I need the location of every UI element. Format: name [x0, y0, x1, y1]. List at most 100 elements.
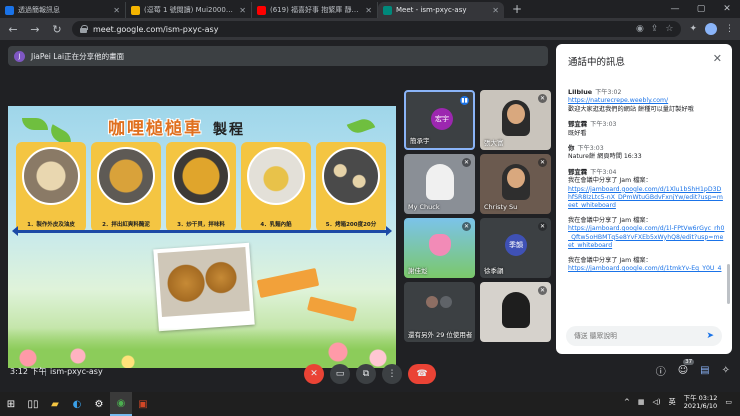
network-icon[interactable]: ▦	[638, 398, 645, 406]
participant-tile[interactable]: ✕ 謝佳彣	[404, 218, 475, 278]
meeting-time: 3:12 下午	[10, 366, 47, 376]
send-icon[interactable]: ➤	[706, 331, 714, 341]
leave-call-button[interactable]: ☎	[408, 364, 436, 384]
present-screen-button[interactable]: ⧉	[356, 364, 376, 384]
step-photo	[247, 147, 305, 205]
chat-icon[interactable]: ▤	[700, 365, 709, 376]
youtube-favicon-icon	[257, 5, 266, 15]
tray-expand-icon[interactable]: ^	[624, 398, 630, 406]
participant-avatar: 季韻	[505, 234, 527, 256]
address-bar[interactable]: meet.google.com/ism-pxyc-asy ◉ ⇪ ☆	[72, 21, 682, 37]
chat-text: 我在會議中分享了 Jam 檔案：	[568, 177, 652, 185]
tab-close-icon[interactable]: ✕	[492, 6, 499, 15]
meet-favicon-icon	[383, 5, 392, 15]
chat-link[interactable]: https://naturecrepe.weebly.com/	[568, 97, 726, 105]
participant-tile[interactable]: ✕	[480, 282, 551, 342]
tab-title: Meet - ism-pxyc-asy	[396, 6, 467, 14]
chat-time: 下午3:03	[577, 145, 604, 153]
chat-close-icon[interactable]: ✕	[713, 52, 722, 65]
mic-off-icon: ✕	[538, 222, 547, 231]
slide-title: 咖哩槌槌車 製程	[108, 114, 245, 139]
participant-thumb	[440, 296, 452, 308]
reload-icon[interactable]: ↻	[50, 23, 64, 36]
chat-link[interactable]: https://jamboard.google.com/d/1tmkYv-Eq_…	[568, 265, 726, 273]
profile-avatar[interactable]	[705, 23, 717, 35]
menu-icon[interactable]: ⋮	[725, 24, 734, 34]
activities-icon[interactable]: ✧	[722, 365, 730, 376]
more-options-button[interactable]: ⋮	[382, 364, 402, 384]
browser-tab-1[interactable]: 透過簡報訊息 ✕	[0, 2, 126, 18]
participant-tile[interactable]: 宏宇 ▮▮ 簡承宇	[404, 90, 475, 150]
chat-text: 歡迎大家逛逛我們的網站 餅種可以量訂製好哦	[568, 105, 694, 113]
browser-tab-2[interactable]: (逗莓 1 號閱讀) Mui2000哲平遠 ✕	[126, 2, 252, 18]
new-tab-button[interactable]: +	[504, 2, 530, 18]
chat-panel: 通話中的訊息 ✕ Lilblue 下午3:02 https://naturecre…	[556, 44, 732, 354]
browser-tab-strip: 透過簡報訊息 ✕ (逗莓 1 號閱讀) Mui2000哲平遠 ✕ (619) 福…	[0, 0, 740, 18]
camera-icon[interactable]: ◉	[636, 24, 644, 34]
presenting-text: JiaPei Lai正在分享他的畫面	[31, 51, 125, 61]
participant-count: 37	[683, 358, 695, 365]
more-participants-tile[interactable]: 還有另外 29 位使用者	[404, 282, 475, 342]
participant-tile[interactable]: ✕ 張大富	[480, 90, 551, 150]
windows-start-icon[interactable]: ⊞	[0, 392, 22, 416]
chat-sender: 鄧宜霖	[568, 120, 588, 129]
extensions-icon[interactable]: ✦	[689, 24, 697, 34]
taskbar-clock[interactable]: 下午 03:12 2021/6/10	[684, 394, 718, 410]
lock-icon[interactable]	[80, 25, 88, 33]
ime-indicator[interactable]: 英	[669, 397, 676, 407]
chat-link[interactable]: https://jamboard.google.com/d/1Xlu1bShH1…	[568, 186, 726, 211]
chat-input-field[interactable]	[574, 332, 707, 340]
chat-sender: Lilblue	[568, 88, 593, 96]
process-step: 1．製作外皮及油皮	[16, 142, 86, 232]
chat-message: 我在會議中分享了 Jam 檔案： https://jamboard.google…	[568, 217, 726, 251]
chat-time: 下午3:04	[590, 168, 617, 176]
signpost-decoration	[307, 296, 357, 322]
settings-icon[interactable]: ⚙	[88, 392, 110, 416]
forward-icon[interactable]: →	[28, 23, 42, 36]
mic-toggle-button[interactable]: ✕	[304, 364, 324, 384]
windows-taskbar: ⊞ ▯▯ ▰ ◐ ⚙ ◉ ▣ ^ ▦ ◁) 英 下午 03:12 2021/6/…	[0, 392, 740, 416]
edge-icon[interactable]: ◐	[66, 392, 88, 416]
browser-tab-meet[interactable]: Meet - ism-pxyc-asy ✕	[378, 2, 504, 18]
tab-close-icon[interactable]: ✕	[365, 6, 372, 15]
participant-tile[interactable]: 季韻 ✕ 徐季韻	[480, 218, 551, 278]
maximize-icon[interactable]: ▢	[688, 0, 714, 18]
close-window-icon[interactable]: ✕	[714, 0, 740, 18]
chat-link[interactable]: https://jamboard.google.com/d/1l-FPtVw6r…	[568, 225, 726, 250]
participant-tile[interactable]: ✕ My Chuck	[404, 154, 475, 214]
people-icon[interactable]: ☺ 37	[678, 358, 695, 376]
tab-close-icon[interactable]: ✕	[239, 6, 246, 15]
participant-tile[interactable]: ✕ Christy Su	[480, 154, 551, 214]
minimize-icon[interactable]: —	[662, 0, 688, 18]
presenter-avatar: J	[14, 50, 25, 62]
chrome-icon[interactable]: ◉	[110, 392, 132, 416]
mic-off-icon: ✕	[538, 158, 547, 167]
process-steps: 1．製作外皮及油皮 2．拌出紅爽料醃泥 3．炒干貝，拌味料 4．乳麵內餡 5．烤…	[16, 142, 388, 234]
notifications-icon[interactable]: ▭	[725, 398, 732, 406]
chat-sender: 你	[568, 144, 575, 153]
product-photo	[153, 242, 255, 332]
volume-icon[interactable]: ◁)	[652, 398, 660, 406]
participant-thumb	[426, 296, 438, 308]
tab-close-icon[interactable]: ✕	[113, 6, 120, 15]
powerpoint-icon[interactable]: ▣	[132, 392, 154, 416]
audio-level-icon: ▮▮	[460, 96, 469, 105]
chat-input[interactable]: ➤	[566, 326, 722, 346]
task-view-icon[interactable]: ▯▯	[22, 392, 44, 416]
share-icon[interactable]: ⇪	[651, 24, 659, 34]
chat-message: 鄧宜霖 下午3:04 我在會議中分享了 Jam 檔案： https://jambo…	[568, 168, 726, 211]
bookmark-star-icon[interactable]: ☆	[665, 24, 673, 34]
participant-video	[502, 292, 530, 328]
process-step: 5．烤箱200度20分	[316, 142, 386, 232]
camera-toggle-button[interactable]: ▭	[330, 364, 350, 384]
participant-name: Christy Su	[484, 203, 518, 211]
back-icon[interactable]: ←	[6, 23, 20, 36]
tab-favicon-icon	[5, 5, 14, 15]
file-explorer-icon[interactable]: ▰	[44, 392, 66, 416]
mic-off-icon: ✕	[538, 94, 547, 103]
info-icon[interactable]: ⓘ	[656, 363, 666, 378]
browser-tab-3[interactable]: (619) 福喜好事 抱緊庫 靜眾 BGM ✕	[252, 2, 378, 18]
chat-scrollbar[interactable]	[727, 264, 730, 304]
shared-screen-slide: 咖哩槌槌車 製程 1．製作外皮及油皮 2．拌出紅爽料醃泥 3．炒干貝，拌味料 4…	[8, 106, 396, 368]
participant-name: 徐季韻	[484, 267, 504, 275]
